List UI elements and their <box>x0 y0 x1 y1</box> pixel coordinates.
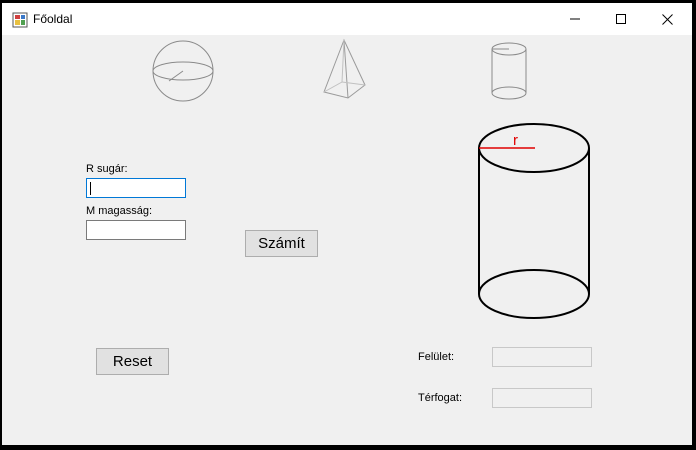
minimize-icon <box>570 18 580 20</box>
pyramid-icon[interactable] <box>320 38 368 102</box>
surface-label: Felület: <box>418 351 455 363</box>
surface-output[interactable] <box>492 347 592 367</box>
height-label: M magasság: <box>86 205 153 217</box>
main-window: Főoldal R sugár: M magasság: Számít Rese… <box>2 3 692 445</box>
close-button[interactable] <box>644 3 690 35</box>
window-title: Főoldal <box>33 12 73 26</box>
radius-input[interactable] <box>86 178 186 198</box>
cylinder-diagram: r <box>478 123 590 319</box>
height-input[interactable] <box>86 220 186 240</box>
maximize-button[interactable] <box>598 3 644 35</box>
radius-marker: r <box>513 132 518 149</box>
maximize-icon <box>616 14 626 24</box>
radius-label: R sugár: <box>86 163 128 175</box>
compute-button[interactable]: Számít <box>245 230 318 257</box>
reset-button[interactable]: Reset <box>96 348 169 375</box>
volume-output[interactable] <box>492 388 592 408</box>
sphere-icon[interactable] <box>150 39 216 103</box>
volume-label: Térfogat: <box>418 392 463 404</box>
cylinder-icon[interactable] <box>488 41 530 103</box>
title-bar[interactable]: Főoldal <box>2 3 692 35</box>
text-caret <box>90 182 91 195</box>
close-icon <box>661 13 673 25</box>
app-icon <box>12 12 28 28</box>
minimize-button[interactable] <box>552 3 598 35</box>
